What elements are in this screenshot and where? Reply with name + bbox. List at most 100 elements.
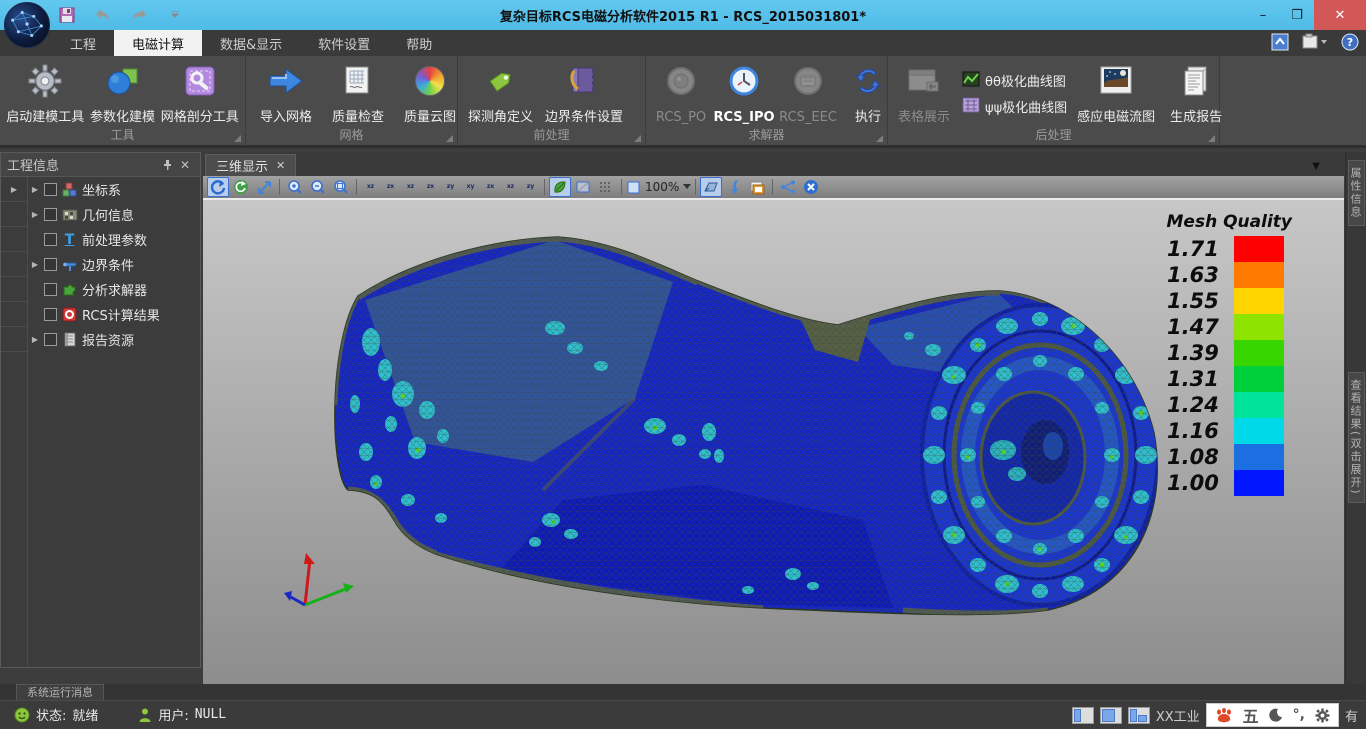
launch-modeling-tool-button[interactable]: 启动建模工具 bbox=[4, 60, 87, 127]
menu-tabs: 工程 电磁计算 数据&显示 软件设置 帮助 bbox=[52, 30, 450, 56]
ime-mode-wubi[interactable]: 五 bbox=[1243, 703, 1259, 727]
view-preset-9-icon[interactable]: zy bbox=[521, 178, 540, 196]
properties-panel-tab[interactable]: 属性信息 bbox=[1348, 160, 1365, 226]
layout-left-panel-icon[interactable] bbox=[1072, 707, 1094, 724]
group-expand-icon[interactable] bbox=[876, 135, 883, 142]
window-switch-icon[interactable] bbox=[1300, 32, 1330, 52]
group-expand-icon[interactable] bbox=[634, 135, 641, 142]
induction-current-map-button[interactable]: 感应电磁流图 bbox=[1073, 60, 1159, 127]
quick-access-dropdown-icon[interactable] bbox=[164, 5, 186, 25]
collapse-ribbon-icon[interactable] bbox=[1270, 32, 1290, 52]
view-preset-3-icon[interactable]: xz bbox=[401, 178, 420, 196]
view-preset-8-icon[interactable]: xz bbox=[501, 178, 520, 196]
tree-item-coordinate-system[interactable]: ▶ 坐标系 bbox=[28, 177, 200, 202]
boundary-conditions-button[interactable]: 边界条件设置 bbox=[539, 60, 629, 127]
minimize-button[interactable]: – bbox=[1246, 0, 1280, 30]
zoom-out-icon[interactable] bbox=[307, 177, 329, 197]
expand-arrow-icon[interactable]: ▶ bbox=[30, 260, 40, 269]
zoom-level-control[interactable]: 100% bbox=[626, 180, 691, 195]
help-icon[interactable]: ? bbox=[1340, 32, 1360, 52]
expand-arrow-icon[interactable]: ▶ bbox=[30, 210, 40, 219]
meshing-tool-button[interactable]: 网格剖分工具 bbox=[159, 60, 242, 127]
tabstrip-dropdown-icon[interactable]: ▼ bbox=[1312, 161, 1320, 172]
clip-plane-icon[interactable] bbox=[700, 177, 722, 197]
zoom-in-icon[interactable] bbox=[284, 177, 306, 197]
zoom-window-icon[interactable] bbox=[253, 177, 275, 197]
tab-close-icon[interactable]: ✕ bbox=[276, 159, 285, 172]
tree-item-report-resources[interactable]: ▶ 报告资源 bbox=[28, 327, 200, 352]
group-expand-icon[interactable] bbox=[1208, 135, 1215, 142]
tree-item-geometry-info[interactable]: ▶ 几何信息 bbox=[28, 202, 200, 227]
table-display-button[interactable]: 表格展示 bbox=[892, 60, 956, 127]
gutter-arrow-icon[interactable]: ▶ bbox=[1, 177, 27, 202]
view-preset-4-icon[interactable]: zx bbox=[421, 178, 440, 196]
viewport-tab-3d-display[interactable]: 三维显示 ✕ bbox=[205, 154, 296, 176]
view-preset-2-icon[interactable]: zx bbox=[381, 178, 400, 196]
button-label: RCS_EEC bbox=[779, 110, 837, 125]
tree-item-rcs-results[interactable]: RCS计算结果 bbox=[28, 302, 200, 327]
ime-moon-icon[interactable] bbox=[1269, 708, 1283, 722]
system-messages-tab[interactable]: 系统运行消息 bbox=[16, 684, 104, 700]
restore-button[interactable]: ❐ bbox=[1280, 0, 1314, 30]
close-panel-icon[interactable]: ✕ bbox=[176, 156, 194, 174]
ime-settings-gear-icon[interactable] bbox=[1315, 708, 1330, 723]
shaded-mode-icon[interactable] bbox=[549, 177, 571, 197]
quality-check-button[interactable]: 质量检查 bbox=[322, 60, 394, 127]
pin-icon[interactable] bbox=[158, 156, 176, 174]
close-view-icon[interactable] bbox=[800, 177, 822, 197]
ime-brand-paw-icon[interactable] bbox=[1215, 707, 1233, 723]
checkbox[interactable] bbox=[44, 233, 57, 246]
refresh-view-icon[interactable] bbox=[230, 177, 252, 197]
layers-folder-icon[interactable] bbox=[746, 177, 768, 197]
wireframe-mode-icon[interactable] bbox=[572, 177, 594, 197]
quality-cloud-button[interactable]: 质量云图 bbox=[394, 60, 466, 127]
solver-rcs-po-button[interactable]: RCS_PO bbox=[650, 60, 712, 127]
parametric-modeling-button[interactable]: 参数化建模 bbox=[87, 60, 159, 127]
points-mode-icon[interactable] bbox=[595, 177, 617, 197]
undo-icon[interactable] bbox=[92, 5, 114, 25]
checkbox[interactable] bbox=[44, 333, 57, 346]
save-icon[interactable] bbox=[56, 5, 78, 25]
expand-arrow-icon[interactable]: ▶ bbox=[30, 185, 40, 194]
share-export-icon[interactable] bbox=[777, 177, 799, 197]
menu-tab-data-display[interactable]: 数据&显示 bbox=[202, 30, 300, 56]
generate-report-button[interactable]: 生成报告 bbox=[1163, 60, 1229, 127]
ime-punctuation-toggle[interactable]: °, bbox=[1293, 707, 1305, 723]
redo-icon[interactable] bbox=[128, 5, 150, 25]
import-mesh-button[interactable]: 导入网格 bbox=[250, 60, 322, 127]
solver-rcs-ipo-button[interactable]: RCS_IPO bbox=[712, 60, 776, 127]
view-preset-6-icon[interactable]: xy bbox=[461, 178, 480, 196]
layout-bottom-panel-icon[interactable] bbox=[1128, 707, 1150, 724]
arrow-down-icon[interactable] bbox=[723, 177, 745, 197]
menu-tab-em-compute[interactable]: 电磁计算 bbox=[114, 30, 202, 56]
view-preset-7-icon[interactable]: zx bbox=[481, 178, 500, 196]
view-results-panel-tab[interactable]: 查看结果(双击展开) bbox=[1348, 372, 1365, 503]
group-expand-icon[interactable] bbox=[446, 135, 453, 142]
menu-tab-settings[interactable]: 软件设置 bbox=[300, 30, 388, 56]
menu-tab-help[interactable]: 帮助 bbox=[388, 30, 450, 56]
group-expand-icon[interactable] bbox=[234, 135, 241, 142]
checkbox[interactable] bbox=[44, 183, 57, 196]
checkbox[interactable] bbox=[44, 283, 57, 296]
orbit-rotate-icon[interactable] bbox=[207, 177, 229, 197]
checkbox[interactable] bbox=[44, 308, 57, 321]
view-preset-1-icon[interactable]: xz bbox=[361, 178, 380, 196]
close-button[interactable]: ✕ bbox=[1314, 0, 1366, 30]
probe-angle-button[interactable]: 探测角定义 bbox=[462, 60, 539, 127]
psi-polar-curve-button[interactable]: ψψ极化曲线图 bbox=[962, 97, 1067, 117]
tree-item-preprocess-params[interactable]: T 前处理参数 bbox=[28, 227, 200, 252]
solver-rcs-eec-button[interactable]: RCS_EEC bbox=[776, 60, 840, 127]
layout-split-panel-icon[interactable] bbox=[1100, 707, 1122, 724]
viewport-canvas[interactable]: Mesh Quality 1.71 1.63 1.55 1.47 1.39 1.… bbox=[203, 200, 1344, 684]
tree-item-analysis-solver[interactable]: 分析求解器 bbox=[28, 277, 200, 302]
zoom-fit-icon[interactable] bbox=[330, 177, 352, 197]
tree-item-boundary-conditions[interactable]: ▶ 边界条件 bbox=[28, 252, 200, 277]
button-label: 执行 bbox=[855, 106, 881, 125]
checkbox[interactable] bbox=[44, 258, 57, 271]
theta-polar-curve-button[interactable]: θθ极化曲线图 bbox=[962, 71, 1067, 91]
menu-tab-project[interactable]: 工程 bbox=[52, 30, 114, 56]
checkbox[interactable] bbox=[44, 208, 57, 221]
view-preset-5-icon[interactable]: zy bbox=[441, 178, 460, 196]
execute-button[interactable]: 执行 bbox=[844, 60, 892, 127]
expand-arrow-icon[interactable]: ▶ bbox=[30, 335, 40, 344]
